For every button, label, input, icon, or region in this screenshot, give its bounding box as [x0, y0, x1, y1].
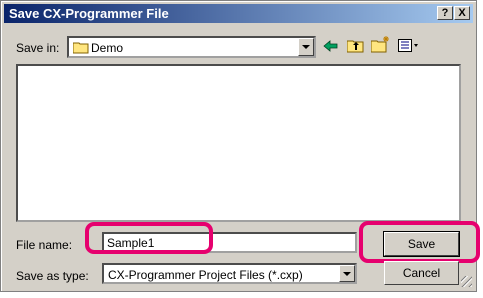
new-folder-icon[interactable] — [371, 36, 390, 53]
title-bar: Save CX-Programmer File ? X — [4, 4, 473, 23]
save-as-type-dropdown[interactable]: CX-Programmer Project Files (*.cxp) — [102, 263, 357, 284]
file-name-highlight — [85, 222, 213, 254]
view-menu-icon[interactable] — [398, 39, 420, 53]
file-list-area[interactable] — [16, 64, 461, 222]
back-arrow-icon[interactable] — [323, 39, 339, 53]
save-in-label: Save in: — [16, 41, 60, 55]
up-folder-icon[interactable] — [347, 38, 364, 53]
save-as-type-value: CX-Programmer Project Files (*.cxp) — [108, 268, 303, 282]
save-button-highlight — [359, 221, 480, 263]
chevron-down-icon[interactable] — [339, 265, 355, 282]
close-button[interactable]: X — [454, 6, 470, 20]
save-in-dropdown[interactable]: Demo — [67, 36, 316, 58]
save-as-type-label: Save as type: — [16, 269, 89, 283]
folder-icon — [73, 42, 89, 54]
file-name-label: File name: — [16, 238, 73, 252]
save-in-value: Demo — [91, 41, 124, 55]
help-button[interactable]: ? — [437, 6, 453, 20]
chevron-down-icon[interactable] — [298, 38, 314, 56]
cancel-button[interactable]: Cancel — [384, 261, 459, 285]
window-title: Save CX-Programmer File — [9, 6, 169, 21]
resize-grip-icon[interactable] — [461, 276, 472, 287]
save-dialog: Save CX-Programmer File ? X Save in: Dem… — [0, 0, 480, 292]
